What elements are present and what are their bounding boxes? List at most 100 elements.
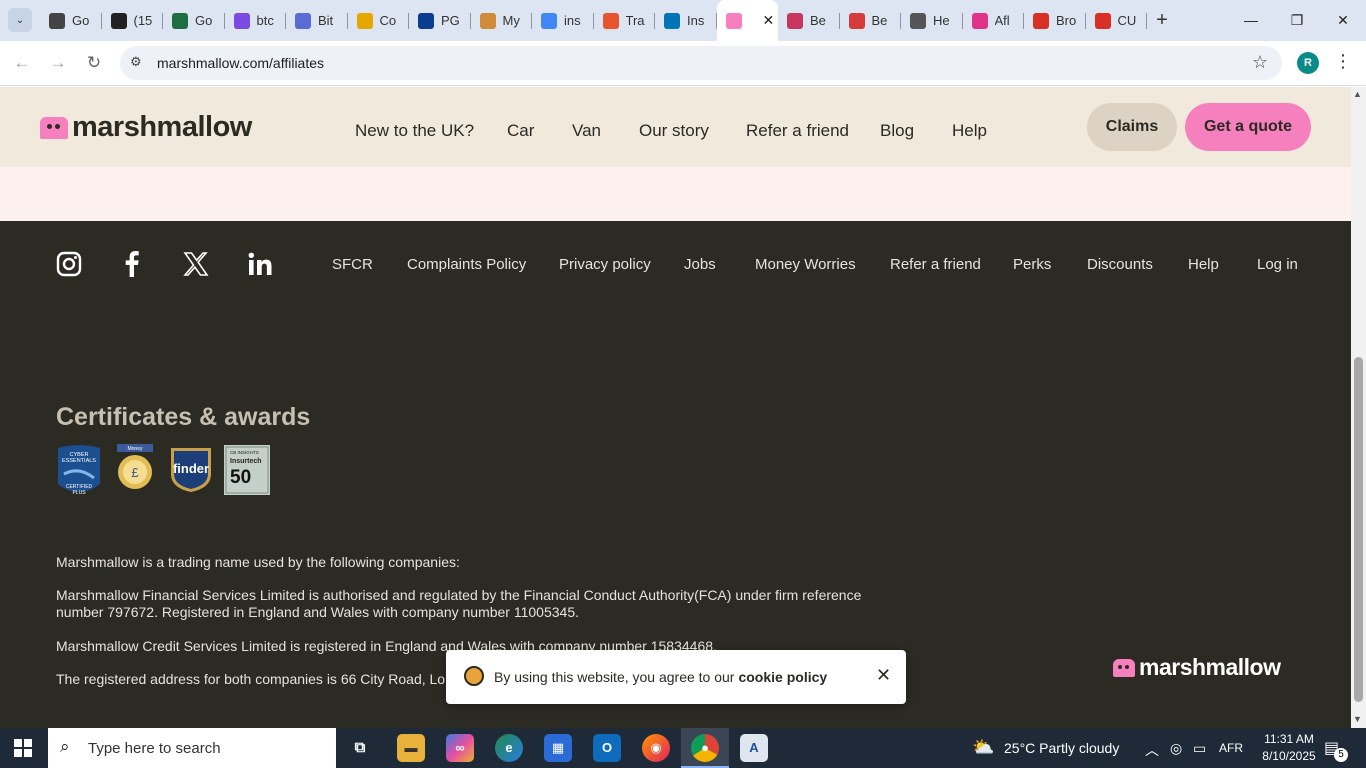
- globe-icon: [910, 12, 926, 29]
- taskbar-search-input[interactable]: ⌕ Type here to search: [48, 728, 336, 768]
- forward-icon[interactable]: →: [46, 51, 70, 75]
- footer-link-complaints-policy[interactable]: Complaints Policy: [407, 256, 526, 273]
- browser-tab[interactable]: btc: [225, 0, 286, 41]
- copilot-icon: [233, 12, 250, 29]
- nav-refer-a-friend[interactable]: Refer a friend: [746, 121, 849, 141]
- browser-tab-strip: ⌄ Go (15 Go btc Bit Co PG My ins Tra Ins ✕ Be Be He Afl…: [0, 0, 1366, 41]
- nav-new-to-uk[interactable]: New to the UK?: [355, 121, 474, 141]
- browser-tab[interactable]: Be: [778, 0, 840, 41]
- browser-tab[interactable]: Ins: [655, 0, 717, 41]
- new-tab-button[interactable]: +: [1150, 8, 1174, 32]
- site-info-icon[interactable]: ⚙: [130, 54, 142, 70]
- pin-icon: [971, 12, 988, 29]
- windows-start-icon[interactable]: [14, 739, 32, 757]
- battery-icon[interactable]: ▭: [1193, 740, 1206, 757]
- marshmallow-mark-icon: [1113, 658, 1135, 677]
- address-bar[interactable]: ⚙ marshmallow.com/affiliates ☆: [120, 46, 1282, 80]
- minimize-icon[interactable]: —: [1228, 0, 1274, 41]
- legal-financial-services: Marshmallow Financial Services Limited i…: [56, 587, 862, 620]
- nav-blog[interactable]: Blog: [880, 121, 914, 141]
- url-text[interactable]: marshmallow.com/affiliates: [157, 55, 324, 71]
- browser-tab[interactable]: ✕: [716, 0, 778, 41]
- cookie-policy-link[interactable]: cookie policy: [738, 669, 827, 685]
- browser-menu-icon[interactable]: ⋮: [1334, 51, 1352, 72]
- tab-search-icon[interactable]: ⌄: [8, 8, 32, 32]
- facebook-icon[interactable]: [118, 250, 146, 278]
- scroll-thumb[interactable]: [1354, 357, 1363, 702]
- nav-our-story[interactable]: Our story: [639, 121, 709, 141]
- claims-button[interactable]: Claims: [1087, 103, 1177, 151]
- footer-link-discounts[interactable]: Discounts: [1087, 256, 1153, 273]
- browser-tab[interactable]: Co: [348, 0, 409, 41]
- close-tab-icon[interactable]: ✕: [763, 12, 775, 29]
- browser-tab[interactable]: PG: [409, 0, 471, 41]
- footer-link-perks[interactable]: Perks: [1013, 256, 1051, 273]
- weather-text[interactable]: 25°C Partly cloudy: [1004, 740, 1119, 756]
- browser-tab[interactable]: He: [901, 0, 963, 41]
- browser-tab[interactable]: Afl: [963, 0, 1024, 41]
- outlook-icon[interactable]: O: [593, 734, 621, 762]
- browser-tab[interactable]: My: [471, 0, 532, 41]
- back-icon[interactable]: ←: [10, 51, 34, 75]
- notification-count: 5: [1334, 748, 1348, 762]
- ib-icon: [664, 12, 680, 29]
- reload-icon[interactable]: ↻: [82, 51, 106, 75]
- windows-taskbar: ⌕ Type here to search ⧉ ▬ ∞ e ▦ O ◉ ● A …: [0, 728, 1366, 768]
- get-a-quote-button[interactable]: Get a quote: [1185, 103, 1311, 151]
- footer-marshmallow-logo[interactable]: marshmallow: [1113, 654, 1281, 681]
- weather-icon[interactable]: ⛅: [972, 737, 994, 758]
- marshmallow-logo[interactable]: marshmallow: [40, 111, 252, 144]
- tab-title: Tra: [625, 13, 645, 28]
- task-view-icon[interactable]: ⧉: [346, 734, 374, 762]
- scroll-up-icon[interactable]: ▲: [1353, 89, 1362, 99]
- nav-car[interactable]: Car: [507, 121, 534, 141]
- file-explorer-icon[interactable]: ▬: [397, 734, 425, 762]
- language-indicator[interactable]: AFR: [1219, 741, 1243, 755]
- browser-toolbar: ← → ↻ ⚙ marshmallow.com/affiliates ☆ R ⋮: [0, 41, 1366, 86]
- store-icon[interactable]: ▦: [544, 734, 572, 762]
- browser-tab[interactable]: (15: [102, 0, 163, 41]
- c-icon: [356, 12, 373, 29]
- gmail-icon: [1094, 12, 1111, 29]
- x-twitter-icon[interactable]: [182, 250, 210, 278]
- browser-tab[interactable]: ins: [532, 0, 594, 41]
- nav-van[interactable]: Van: [572, 121, 601, 141]
- scroll-down-icon[interactable]: ▼: [1353, 714, 1362, 724]
- browser-tab[interactable]: CU: [1086, 0, 1147, 41]
- cookie-close-icon[interactable]: ✕: [876, 665, 891, 686]
- firefox-icon[interactable]: ◉: [642, 734, 670, 762]
- gmail-icon: [1033, 12, 1049, 29]
- footer-link-jobs[interactable]: Jobs: [684, 256, 716, 273]
- footer-link-money-worries[interactable]: Money Worries: [755, 256, 856, 273]
- instagram-icon[interactable]: [55, 250, 83, 278]
- network-icon[interactable]: ◎: [1170, 740, 1182, 757]
- footer-link-log-in[interactable]: Log in: [1257, 256, 1298, 273]
- browser-tab[interactable]: Go: [40, 0, 102, 41]
- tab-title: Ins: [687, 13, 705, 28]
- close-window-icon[interactable]: ✕: [1320, 0, 1366, 41]
- footer-link-sfcr[interactable]: SFCR: [332, 256, 373, 273]
- footer-link-help[interactable]: Help: [1188, 256, 1219, 273]
- browser-tab[interactable]: Bro: [1024, 0, 1086, 41]
- copilot-app-icon[interactable]: ∞: [446, 734, 474, 762]
- chrome-icon[interactable]: ●: [691, 734, 719, 762]
- quora-icon: [110, 12, 127, 29]
- page-scrollbar[interactable]: ▲ ▼: [1351, 87, 1366, 728]
- edge-icon[interactable]: e: [495, 734, 523, 762]
- browser-tab[interactable]: Tra: [594, 0, 655, 41]
- footer-link-refer-a-friend[interactable]: Refer a friend: [890, 256, 981, 273]
- nav-help[interactable]: Help: [952, 121, 987, 141]
- restore-icon[interactable]: ❐: [1274, 0, 1320, 41]
- tab-title: (15: [133, 13, 153, 28]
- linkedin-icon[interactable]: [246, 250, 274, 278]
- browser-tab[interactable]: Bit: [286, 0, 348, 41]
- clock[interactable]: 11:31 AM 8/10/2025: [1256, 731, 1322, 765]
- profile-avatar[interactable]: R: [1297, 52, 1319, 74]
- notepad-icon[interactable]: A: [740, 734, 768, 762]
- bookmark-star-icon[interactable]: ☆: [1252, 52, 1268, 73]
- tray-chevron-icon[interactable]: ︿: [1145, 740, 1159, 760]
- footer-link-privacy-policy[interactable]: Privacy policy: [559, 256, 651, 273]
- certificates-heading: Certificates & awards: [56, 403, 311, 431]
- browser-tab[interactable]: Be: [840, 0, 901, 41]
- browser-tab[interactable]: Go: [163, 0, 225, 41]
